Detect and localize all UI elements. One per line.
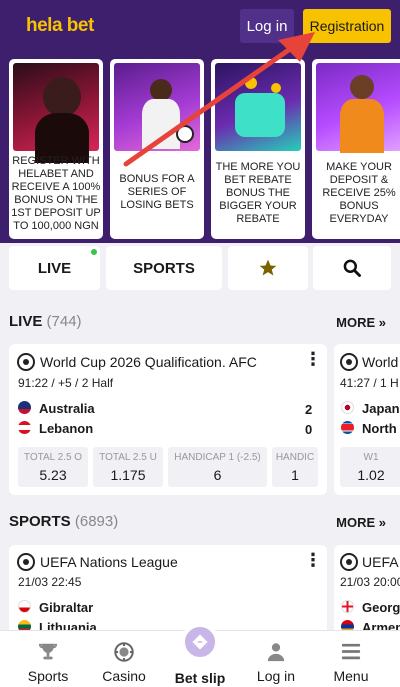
match-league: World Cup 2026 Qualification. AFC bbox=[40, 354, 257, 370]
promo-text: THE MORE YOU BET REBATE BONUS THE BIGGER… bbox=[215, 161, 301, 225]
more-options-icon[interactable]: ⋮ bbox=[304, 551, 322, 569]
star-icon bbox=[259, 259, 277, 276]
bet-slip-button[interactable] bbox=[181, 623, 219, 661]
football-icon bbox=[340, 353, 358, 371]
tab-sports-label: SPORTS bbox=[133, 259, 195, 277]
promo-card-daily-deposit[interactable]: MAKE YOUR DEPOSIT & RECEIVE 25% BONUS EV… bbox=[312, 59, 400, 239]
odd-label: TOTAL 2.5 U bbox=[99, 452, 157, 463]
lebanon-flag-icon bbox=[18, 421, 31, 434]
odd-total-over[interactable]: TOTAL 2.5 O 5.23 bbox=[18, 447, 88, 487]
nav-sports[interactable]: Sports bbox=[8, 631, 88, 687]
sports-title: SPORTS bbox=[9, 513, 71, 530]
sports-count: (6893) bbox=[74, 513, 119, 530]
ticket-icon bbox=[192, 634, 208, 650]
tab-live-label: LIVE bbox=[37, 259, 72, 277]
odd-value: 5.23 bbox=[39, 467, 67, 483]
app-header: hela bet Log in Registration bbox=[0, 0, 400, 53]
promo-card-rebate[interactable]: THE MORE YOU BET REBATE BONUS THE BIGGER… bbox=[211, 59, 305, 239]
promo-image bbox=[215, 63, 301, 151]
match-league: UEFA E bbox=[362, 554, 400, 570]
gibraltar-flag-icon bbox=[18, 600, 31, 613]
promo-image bbox=[114, 63, 200, 151]
odd-label: TOTAL 2.5 O bbox=[23, 452, 83, 463]
odd-label: HANDIC bbox=[275, 452, 315, 463]
match-time: 91:22 / +5 / 2 Half bbox=[18, 376, 114, 390]
sports-more-link[interactable]: MORE » bbox=[336, 515, 386, 530]
odd-handicap-2[interactable]: HANDIC 1 bbox=[272, 447, 318, 487]
tab-sports[interactable]: SPORTS bbox=[106, 246, 222, 290]
nav-login-label: Log in bbox=[256, 668, 296, 684]
team-away: North bbox=[362, 421, 397, 436]
match-time: 21/03 20:00 bbox=[340, 575, 400, 589]
promo-card-losing-bets[interactable]: BONUS FOR A SERIES OF LOSING BETS bbox=[110, 59, 204, 239]
japan-flag-icon bbox=[341, 401, 354, 414]
team-home: Australia bbox=[39, 401, 95, 416]
football-icon bbox=[17, 353, 35, 371]
search-icon bbox=[343, 259, 361, 277]
match-time: 41:27 / 1 H bbox=[340, 376, 399, 390]
match-league: World bbox=[362, 354, 399, 370]
odd-value: 1.175 bbox=[110, 467, 146, 483]
user-icon bbox=[267, 643, 285, 662]
live-title: LIVE bbox=[9, 313, 43, 330]
nav-menu[interactable]: Menu bbox=[311, 631, 391, 687]
odd-total-under[interactable]: TOTAL 2.5 U 1.175 bbox=[93, 447, 163, 487]
promo-text: BONUS FOR A SERIES OF LOSING BETS bbox=[119, 173, 195, 211]
odd-label: HANDICAP 1 (-2.5) bbox=[174, 452, 261, 463]
nav-bet-slip[interactable]: Bet slip bbox=[160, 623, 240, 687]
live-section-title: LIVE (744) bbox=[9, 313, 82, 330]
live-indicator bbox=[91, 249, 97, 255]
odd-value: 1.02 bbox=[357, 467, 385, 483]
score-away: 0 bbox=[305, 422, 313, 437]
team-home: Georgi bbox=[362, 600, 400, 615]
promo-text: MAKE YOUR DEPOSIT & RECEIVE 25% BONUS EV… bbox=[322, 161, 396, 225]
sports-section-title: SPORTS (6893) bbox=[9, 513, 118, 530]
team-away: Lebanon bbox=[39, 421, 94, 436]
login-button[interactable]: Log in bbox=[240, 9, 294, 43]
promo-card-welcome-bonus[interactable]: REGISTER WITH HELABET AND RECEIVE A 100%… bbox=[9, 59, 103, 239]
team-home: Japan bbox=[362, 401, 400, 416]
nav-login[interactable]: Log in bbox=[236, 631, 316, 687]
live-match-card-2[interactable]: World 41:27 / 1 H Japan North W1 1.02 bbox=[334, 344, 400, 495]
georgia-flag-icon bbox=[341, 600, 354, 613]
promo-carousel[interactable]: REGISTER WITH HELABET AND RECEIVE A 100%… bbox=[0, 53, 400, 243]
australia-flag-icon bbox=[18, 401, 31, 414]
nav-menu-label: Menu bbox=[333, 668, 369, 684]
odd-handicap-1[interactable]: HANDICAP 1 (-2.5) 6 bbox=[168, 447, 267, 487]
promo-text: REGISTER WITH HELABET AND RECEIVE A 100%… bbox=[11, 155, 101, 232]
team-home: Gibraltar bbox=[39, 600, 94, 615]
helabet-logo[interactable]: hela bet bbox=[26, 15, 94, 37]
tab-search[interactable] bbox=[313, 246, 391, 290]
nav-sports-label: Sports bbox=[27, 668, 69, 684]
live-more-link[interactable]: MORE » bbox=[336, 315, 386, 330]
live-count: (744) bbox=[46, 313, 82, 330]
nav-casino-label: Casino bbox=[102, 668, 146, 684]
tab-live[interactable]: LIVE bbox=[9, 246, 100, 290]
odd-w1[interactable]: W1 1.02 bbox=[340, 447, 400, 487]
main-tabs: LIVE SPORTS bbox=[0, 246, 400, 292]
more-options-icon[interactable]: ⋮ bbox=[304, 350, 322, 368]
north-korea-flag-icon bbox=[341, 421, 354, 434]
casino-chip-icon bbox=[114, 642, 134, 662]
odd-label: W1 bbox=[363, 452, 379, 463]
tab-favorites[interactable] bbox=[228, 246, 308, 290]
score-home: 2 bbox=[305, 402, 313, 417]
trophy-icon bbox=[38, 643, 58, 660]
match-time: 21/03 22:45 bbox=[18, 575, 82, 589]
nav-bet-slip-label: Bet slip bbox=[174, 670, 226, 686]
bottom-navigation: Sports Casino Bet slip Log in Menu bbox=[0, 623, 400, 687]
registration-button[interactable]: Registration bbox=[303, 9, 391, 43]
odd-value: 1 bbox=[291, 467, 299, 483]
football-icon bbox=[340, 553, 358, 571]
menu-icon bbox=[341, 643, 361, 660]
football-icon bbox=[17, 553, 35, 571]
promo-image bbox=[13, 63, 99, 163]
promo-image bbox=[316, 63, 400, 153]
odd-value: 6 bbox=[213, 467, 222, 483]
nav-casino[interactable]: Casino bbox=[84, 631, 164, 687]
match-league: UEFA Nations League bbox=[40, 554, 178, 570]
